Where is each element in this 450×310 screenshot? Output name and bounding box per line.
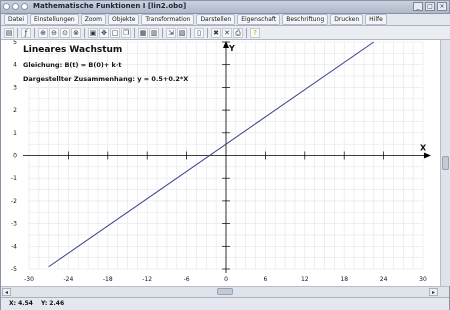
x-tick-label: -12 xyxy=(142,276,152,283)
zoom-fit-icon[interactable]: ⊙ xyxy=(60,27,70,38)
align-icon[interactable]: ⇲ xyxy=(166,27,176,38)
equation-label: Gleichung: B(t) = B(0)+ k·t xyxy=(23,61,121,69)
y-axis-label: Y xyxy=(228,44,235,53)
toolbar-separator xyxy=(162,27,163,38)
toolbar-separator xyxy=(84,27,85,38)
y-tick-label: -2 xyxy=(11,198,17,205)
vertical-scrollbar[interactable] xyxy=(440,40,450,286)
close-button[interactable]: × xyxy=(437,2,447,11)
x-axis-label: X xyxy=(420,144,427,153)
x-tick-label: 6 xyxy=(263,276,267,283)
y-tick-label: 5 xyxy=(13,40,17,46)
x-tick-label: 12 xyxy=(301,276,309,283)
x-tick-label: -18 xyxy=(103,276,113,283)
paste-icon[interactable]: ▧ xyxy=(177,27,187,38)
toolbar-separator xyxy=(134,27,135,38)
y-tick-label: -3 xyxy=(11,221,17,228)
menu-drucken[interactable]: Drucken xyxy=(330,14,364,25)
menu-transformation[interactable]: Transformation xyxy=(141,14,195,25)
x-tick-label: 24 xyxy=(380,276,388,283)
menu-beschriftung[interactable]: Beschriftung xyxy=(282,14,329,25)
title-bar: Mathematische Funktionen I [lin2.obo] _ … xyxy=(1,1,449,14)
y-tick-label: 0 xyxy=(13,153,17,160)
rectangle-icon[interactable]: □ xyxy=(110,27,120,38)
move-icon[interactable]: ✥ xyxy=(99,27,109,38)
toolbar-separator xyxy=(246,27,247,38)
maximize-button[interactable]: □ xyxy=(425,2,435,11)
function-icon[interactable]: ƒ xyxy=(21,27,31,38)
y-tick-label: 1 xyxy=(13,130,17,137)
close-icon[interactable]: ✕ xyxy=(222,27,232,38)
y-tick-label: 3 xyxy=(13,84,17,91)
calculator-icon[interactable]: ▤ xyxy=(4,27,14,38)
window-stack-icon[interactable] xyxy=(21,3,28,10)
toolbar: ▤ ƒ ⊕ ⊖ ⊙ ⊗ ▣ ✥ □ ❐ ▦ ▥ ⇲ ▧ ▯ ✖ ✕ ⎙ ? xyxy=(1,26,450,40)
vertical-scroll-thumb[interactable] xyxy=(442,156,449,170)
menu-eigenschaft[interactable]: Eigenschaft xyxy=(237,14,281,25)
window-controls: _ □ × xyxy=(413,2,447,11)
menu-zoom[interactable]: Zoom xyxy=(80,14,106,25)
x-tick-label: -6 xyxy=(184,276,190,283)
menu-darstellen[interactable]: Darstellen xyxy=(196,14,236,25)
y-tick-label: 2 xyxy=(13,107,17,114)
print-icon[interactable]: ⎙ xyxy=(233,27,243,38)
horizontal-scroll-thumb[interactable] xyxy=(217,288,233,295)
toolbar-separator xyxy=(34,27,35,38)
menu-objekte[interactable]: Objekte xyxy=(108,14,140,25)
chart-title: Lineares Wachstum xyxy=(23,45,122,55)
y-tick-label: -1 xyxy=(11,175,17,182)
help-icon[interactable]: ? xyxy=(250,27,260,38)
window-pin-icon[interactable] xyxy=(12,3,19,10)
frame-icon[interactable]: ▣ xyxy=(88,27,98,38)
copy-icon[interactable]: ❐ xyxy=(121,27,131,38)
menu-hilfe[interactable]: Hilfe xyxy=(365,14,387,25)
toolbar-separator xyxy=(17,27,18,38)
window-menu-icon[interactable] xyxy=(3,3,10,10)
status-bar: X: 4.54 Y: 2.46 xyxy=(1,297,449,310)
minimize-button[interactable]: _ xyxy=(413,2,423,11)
y-tick-label: -4 xyxy=(11,243,17,250)
page-icon[interactable]: ▯ xyxy=(194,27,204,38)
toolbar-separator xyxy=(207,27,208,38)
zoom-out-icon[interactable]: ⊖ xyxy=(49,27,59,38)
scroll-left-icon[interactable]: ◂ xyxy=(2,288,11,296)
horizontal-scrollbar[interactable]: ◂ ▸ xyxy=(1,286,449,297)
status-x: X: 4.54 xyxy=(9,300,33,307)
y-tick-label: 4 xyxy=(13,62,17,69)
menu-bar: Datei Einstellungen Zoom Objekte Transfo… xyxy=(1,14,450,26)
relation-label: Dargestellter Zusammenhang: y = 0.5+0.2*… xyxy=(23,75,188,83)
zoom-window-icon[interactable]: ⊗ xyxy=(71,27,81,38)
x-tick-label: -30 xyxy=(24,276,34,283)
toolbar-separator xyxy=(190,27,191,38)
menu-datei[interactable]: Datei xyxy=(4,14,29,25)
status-y: Y: 2.46 xyxy=(41,300,65,307)
grid-icon[interactable]: ▦ xyxy=(138,27,148,38)
scroll-right-icon[interactable]: ▸ xyxy=(429,288,438,296)
x-tick-label: 30 xyxy=(419,276,427,283)
window-dots xyxy=(3,3,28,10)
x-tick-label: 18 xyxy=(340,276,348,283)
window-title: Mathematische Funktionen I [lin2.obo] xyxy=(33,2,187,10)
zoom-in-icon[interactable]: ⊕ xyxy=(38,27,48,38)
plot-area[interactable]: -30 -24 -18 -12 -6 0 6 12 18 24 30-5-4-3-2-1012345… xyxy=(1,40,440,286)
menu-einstellungen[interactable]: Einstellungen xyxy=(30,14,79,25)
y-tick-label: -5 xyxy=(11,266,17,273)
app-window: Mathematische Funktionen I [lin2.obo] _ … xyxy=(0,0,450,310)
delete-icon[interactable]: ✖ xyxy=(211,27,221,38)
x-tick-label: -24 xyxy=(63,276,73,283)
grid2-icon[interactable]: ▥ xyxy=(149,27,159,38)
x-tick-label: 0 xyxy=(224,276,228,283)
